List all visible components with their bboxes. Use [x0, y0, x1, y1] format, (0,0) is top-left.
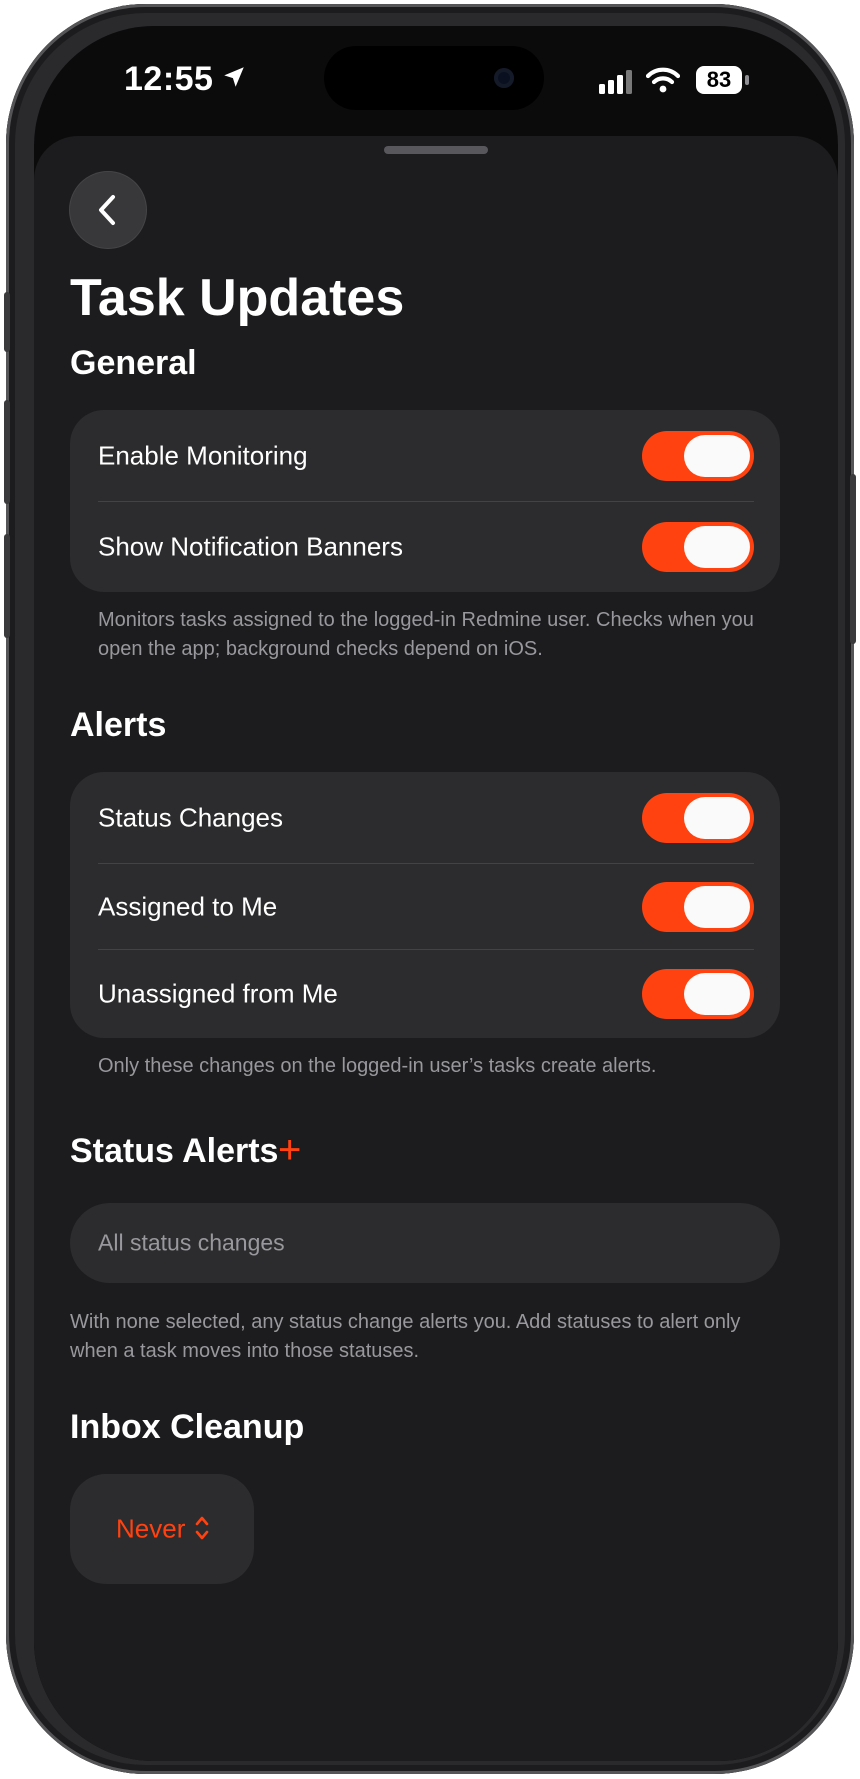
status-alerts-footer: With none selected, any status change al…: [70, 1311, 741, 1362]
dynamic-island: [324, 46, 544, 110]
volume-up-button: [4, 400, 10, 504]
status-time: 12:55: [124, 60, 214, 98]
alerts-group: Status Changes Assigned to Me Unassigned…: [70, 772, 780, 1038]
status-alerts-placeholder: All status changes: [98, 1229, 285, 1256]
status-alerts-field[interactable]: All status changes: [70, 1203, 780, 1283]
section-general-heading: General: [70, 344, 197, 382]
general-footer: Monitors tasks assigned to the logged-in…: [98, 609, 754, 660]
assigned-to-me-toggle[interactable]: [642, 882, 754, 932]
battery-icon: 83: [696, 66, 752, 96]
chevron-up-down-icon: [195, 1516, 209, 1540]
add-status-alert-button[interactable]: +: [278, 1130, 301, 1170]
section-status-alerts-heading: Status Alerts: [70, 1132, 279, 1170]
wifi-icon: [646, 67, 680, 93]
inbox-cleanup-picker[interactable]: Never: [70, 1474, 254, 1584]
status-changes-row: Status Changes: [70, 772, 780, 864]
assigned-to-me-label: Assigned to Me: [98, 891, 278, 922]
section-inbox-cleanup-heading: Inbox Cleanup: [70, 1408, 305, 1446]
alerts-footer: Only these changes on the logged-in user…: [98, 1055, 657, 1077]
show-notification-banners-row: Show Notification Banners: [70, 502, 780, 592]
enable-monitoring-toggle[interactable]: [642, 431, 754, 481]
battery-level: 83: [696, 66, 742, 94]
back-button[interactable]: [70, 172, 146, 248]
status-bar: 12:55 83: [34, 26, 838, 136]
screen: 12:55 83 Task Updates General Enable Mon…: [34, 26, 838, 1761]
general-group: Enable Monitoring Show Notification Bann…: [70, 410, 780, 592]
chevron-left-icon: [99, 195, 115, 225]
show-notification-banners-label: Show Notification Banners: [98, 531, 403, 562]
assigned-to-me-row: Assigned to Me: [70, 864, 780, 950]
cellular-signal-icon: [599, 70, 632, 94]
status-changes-toggle[interactable]: [642, 793, 754, 843]
volume-down-button: [4, 534, 10, 638]
enable-monitoring-label: Enable Monitoring: [98, 440, 308, 471]
inbox-cleanup-value: Never: [116, 1513, 186, 1544]
status-changes-label: Status Changes: [98, 802, 284, 833]
side-button: [850, 474, 856, 644]
sheet-grabber[interactable]: [384, 146, 488, 154]
action-button: [4, 292, 10, 352]
unassigned-from-me-toggle[interactable]: [642, 969, 754, 1019]
section-alerts-heading: Alerts: [70, 706, 167, 744]
settings-sheet: Task Updates General Enable Monitoring S…: [34, 136, 838, 1761]
enable-monitoring-row: Enable Monitoring: [70, 410, 780, 502]
show-notification-banners-toggle[interactable]: [642, 522, 754, 572]
camera-icon: [494, 68, 514, 88]
page-title: Task Updates: [70, 269, 405, 327]
location-arrow-icon: [224, 67, 244, 87]
phone-frame: 12:55 83 Task Updates General Enable Mon…: [4, 4, 856, 1774]
unassigned-from-me-label: Unassigned from Me: [98, 978, 338, 1009]
unassigned-from-me-row: Unassigned from Me: [70, 950, 780, 1038]
